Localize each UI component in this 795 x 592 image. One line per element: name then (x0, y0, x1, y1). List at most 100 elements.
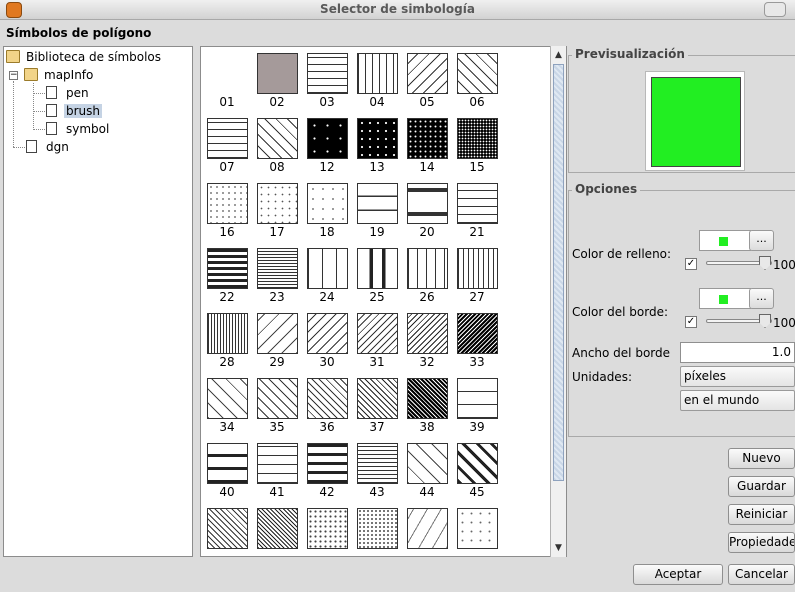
symbol-cell[interactable]: 16 (206, 183, 250, 241)
symbol-cell[interactable]: 22 (206, 248, 250, 306)
symbol-swatch[interactable] (457, 313, 498, 354)
symbol-swatch[interactable] (307, 248, 348, 289)
border-enabled-checkbox[interactable]: ✓ (685, 316, 697, 328)
symbol-swatch[interactable] (307, 53, 348, 94)
fill-color-swatch[interactable] (699, 230, 751, 251)
symbol-swatch[interactable] (307, 118, 348, 159)
symbol-cell[interactable]: 39 (456, 378, 500, 436)
symbol-swatch[interactable] (457, 378, 498, 419)
symbol-swatch[interactable] (357, 53, 398, 94)
symbol-cell[interactable]: 08 (256, 118, 300, 176)
symbol-cell[interactable]: 12 (306, 118, 350, 176)
symbol-cell[interactable]: 06 (456, 53, 500, 111)
symbol-cell[interactable]: 32 (406, 313, 450, 371)
symbol-swatch[interactable] (457, 443, 498, 484)
propiedades-button[interactable]: Propiedades (728, 532, 795, 553)
symbol-swatch[interactable] (207, 118, 248, 159)
symbol-cell[interactable]: 36 (306, 378, 350, 436)
symbol-swatch[interactable] (257, 378, 298, 419)
symbol-cell[interactable] (306, 508, 350, 556)
tree-item-symbol[interactable]: symbol (46, 120, 111, 138)
symbol-swatch[interactable] (257, 248, 298, 289)
symbol-cell[interactable]: 23 (256, 248, 300, 306)
symbol-swatch[interactable] (207, 248, 248, 289)
symbol-swatch[interactable] (257, 313, 298, 354)
units-select[interactable]: píxeles (680, 366, 795, 387)
symbol-cell[interactable]: 35 (256, 378, 300, 436)
symbol-cell[interactable]: 43 (356, 443, 400, 501)
symbol-swatch[interactable] (307, 378, 348, 419)
symbol-cell[interactable]: 29 (256, 313, 300, 371)
symbol-cell[interactable]: 33 (456, 313, 500, 371)
symbol-swatch[interactable] (257, 118, 298, 159)
symbol-swatch[interactable] (207, 313, 248, 354)
border-color-button[interactable]: ... (749, 288, 774, 309)
symbol-cell[interactable]: 34 (206, 378, 250, 436)
border-color-swatch[interactable] (699, 288, 751, 309)
scroll-down-icon[interactable]: ▼ (551, 541, 566, 555)
symbol-cell[interactable]: 28 (206, 313, 250, 371)
symbol-swatch[interactable] (357, 378, 398, 419)
fill-color-button[interactable]: ... (749, 230, 774, 251)
symbol-swatch[interactable] (307, 183, 348, 224)
tree-item-brush[interactable]: brush (46, 102, 103, 120)
symbol-swatch[interactable] (207, 443, 248, 484)
symbol-swatch[interactable] (407, 378, 448, 419)
symbol-cell[interactable]: 26 (406, 248, 450, 306)
symbol-swatch[interactable] (357, 313, 398, 354)
symbol-swatch[interactable] (207, 508, 248, 549)
symbol-swatch[interactable] (257, 183, 298, 224)
symbol-cell[interactable] (456, 508, 500, 556)
symbol-cell[interactable]: 21 (456, 183, 500, 241)
symbol-cell[interactable]: 20 (406, 183, 450, 241)
vertical-scrollbar[interactable]: ▲ ▼ (550, 46, 566, 557)
symbol-swatch[interactable] (407, 118, 448, 159)
symbol-swatch[interactable] (207, 378, 248, 419)
fill-enabled-checkbox[interactable]: ✓ (685, 258, 697, 270)
symbol-cell[interactable] (256, 508, 300, 556)
symbol-cell[interactable]: 13 (356, 118, 400, 176)
symbol-cell[interactable]: 14 (406, 118, 450, 176)
symbol-swatch[interactable] (407, 183, 448, 224)
library-tree[interactable]: Biblioteca de símbolos − mapInfo pen bru… (3, 46, 193, 557)
symbol-swatch[interactable] (407, 443, 448, 484)
symbol-cell[interactable]: 05 (406, 53, 450, 111)
symbol-swatch[interactable] (307, 443, 348, 484)
symbol-cell[interactable]: 17 (256, 183, 300, 241)
symbol-swatch[interactable] (457, 183, 498, 224)
symbol-cell[interactable]: 04 (356, 53, 400, 111)
symbol-swatch[interactable] (357, 118, 398, 159)
collapse-icon[interactable]: − (9, 71, 18, 80)
symbol-grid[interactable]: 01 02 03 04 05 06 07 08 12 13 14 15 16 17 18 19 20 21 22 23… (200, 46, 567, 557)
symbol-swatch[interactable] (207, 183, 248, 224)
symbol-cell[interactable]: 38 (406, 378, 450, 436)
symbol-swatch[interactable] (457, 248, 498, 289)
symbol-swatch[interactable] (357, 248, 398, 289)
symbol-swatch[interactable] (457, 53, 498, 94)
symbol-cell[interactable]: 27 (456, 248, 500, 306)
symbol-cell[interactable]: 41 (256, 443, 300, 501)
guardar-button[interactable]: Guardar (728, 476, 795, 497)
symbol-cell[interactable]: 45 (456, 443, 500, 501)
scroll-up-icon[interactable]: ▲ (551, 48, 566, 62)
symbol-cell[interactable] (356, 508, 400, 556)
symbol-cell[interactable]: 25 (356, 248, 400, 306)
symbol-swatch[interactable] (307, 508, 348, 549)
symbol-swatch[interactable] (257, 443, 298, 484)
symbol-cell[interactable]: 31 (356, 313, 400, 371)
cancelar-button[interactable]: Cancelar (728, 564, 795, 585)
tree-item-root[interactable]: Biblioteca de símbolos (6, 48, 161, 66)
symbol-cell[interactable]: 42 (306, 443, 350, 501)
tree-item-mapinfo[interactable]: mapInfo (24, 66, 93, 84)
symbol-swatch[interactable] (257, 53, 298, 94)
symbol-cell[interactable]: 44 (406, 443, 450, 501)
symbol-swatch[interactable] (407, 248, 448, 289)
aceptar-button[interactable]: Aceptar (633, 564, 723, 585)
symbol-cell[interactable]: 18 (306, 183, 350, 241)
symbol-swatch[interactable] (357, 443, 398, 484)
border-width-input[interactable]: 1.0 (680, 342, 795, 363)
symbol-cell[interactable]: 24 (306, 248, 350, 306)
symbol-cell[interactable]: 40 (206, 443, 250, 501)
symbol-swatch[interactable] (457, 118, 498, 159)
symbol-swatch[interactable] (457, 508, 498, 549)
